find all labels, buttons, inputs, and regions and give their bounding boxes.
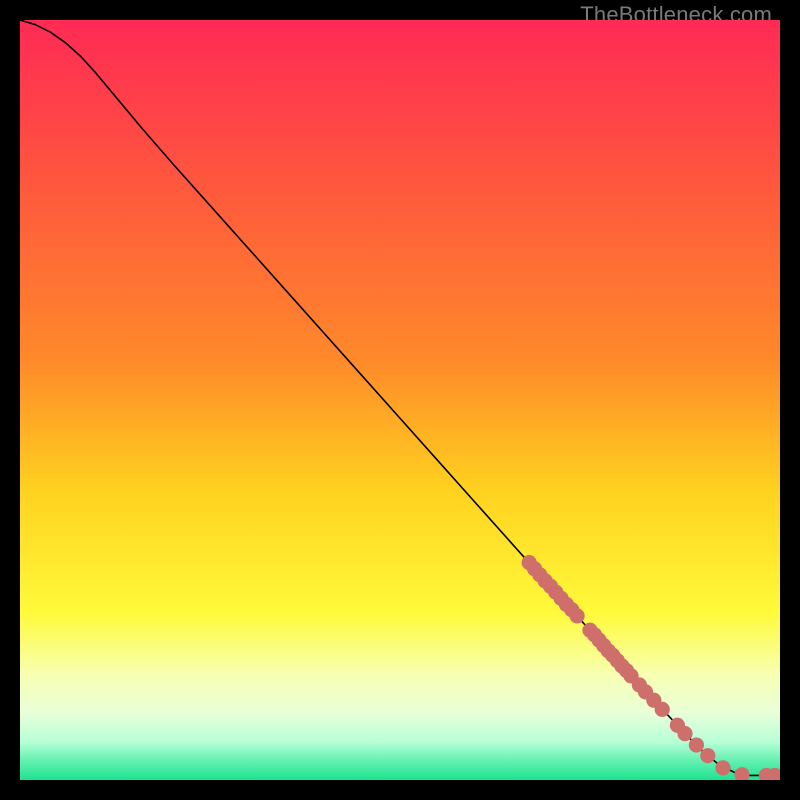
- plot-area: [20, 20, 780, 780]
- gradient-background: [20, 20, 780, 780]
- data-marker: [655, 702, 670, 717]
- data-marker: [689, 737, 704, 752]
- data-marker: [569, 608, 584, 623]
- data-marker: [700, 748, 715, 763]
- chart-svg: [20, 20, 780, 780]
- chart-container: TheBottleneck.com: [0, 0, 800, 800]
- data-marker: [715, 760, 730, 775]
- data-marker: [677, 726, 692, 741]
